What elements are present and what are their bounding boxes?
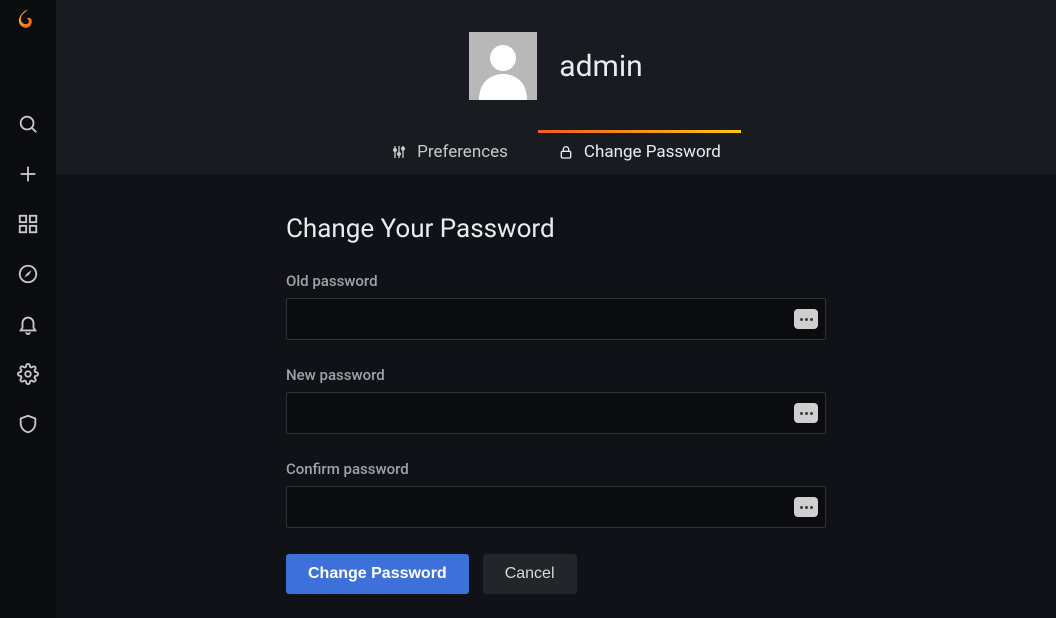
tab-label: Change Password [584, 142, 721, 162]
form-title: Change Your Password [286, 214, 826, 244]
password-manager-icon[interactable] [794, 497, 818, 517]
confirm-password-label: Confirm password [286, 460, 826, 478]
plus-icon[interactable] [16, 162, 40, 186]
avatar [469, 32, 537, 100]
tabs: Preferences Change Password [56, 130, 1056, 174]
tab-label: Preferences [417, 142, 508, 162]
gear-icon[interactable] [16, 362, 40, 386]
bell-icon[interactable] [16, 312, 40, 336]
grafana-logo[interactable] [13, 6, 43, 36]
new-password-label: New password [286, 366, 826, 384]
tab-preferences[interactable]: Preferences [371, 130, 528, 174]
page-title: admin [559, 49, 642, 84]
change-password-form: Change Your Password Old password New pa… [286, 214, 826, 594]
main-content: admin Preferences [56, 0, 1056, 618]
confirm-password-input[interactable] [286, 486, 826, 528]
password-manager-icon[interactable] [794, 309, 818, 329]
dashboards-icon[interactable] [16, 212, 40, 236]
compass-icon[interactable] [16, 262, 40, 286]
new-password-input[interactable] [286, 392, 826, 434]
old-password-label: Old password [286, 272, 826, 290]
cancel-button[interactable]: Cancel [483, 554, 577, 594]
sliders-icon [391, 144, 407, 160]
search-icon[interactable] [16, 112, 40, 136]
password-manager-icon[interactable] [794, 403, 818, 423]
lock-icon [558, 144, 574, 160]
sidebar [0, 0, 56, 618]
change-password-button[interactable]: Change Password [286, 554, 469, 594]
page-header: admin Preferences [56, 0, 1056, 174]
tab-change-password[interactable]: Change Password [538, 130, 741, 174]
shield-icon[interactable] [16, 412, 40, 436]
old-password-input[interactable] [286, 298, 826, 340]
